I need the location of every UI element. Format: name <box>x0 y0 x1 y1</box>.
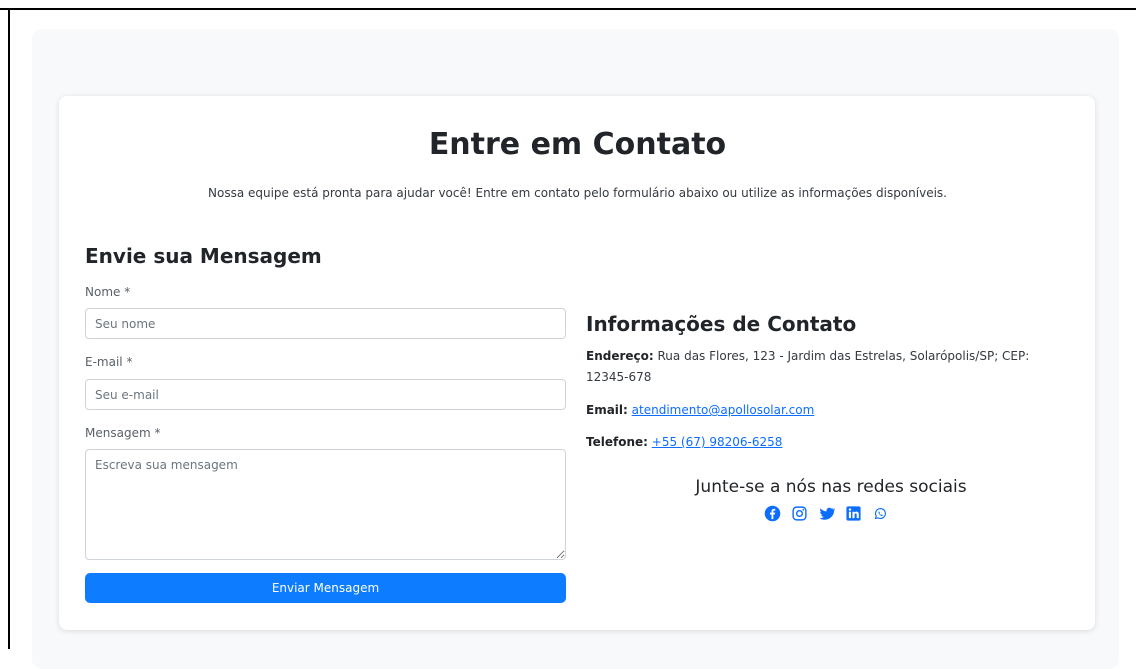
linkedin-icon[interactable] <box>845 505 862 522</box>
window-border-top <box>0 8 1136 10</box>
phone-line: Telefone: +55 (67) 98206-6258 <box>586 432 1066 453</box>
page-intro: Nossa equipe está pronta para ajudar voc… <box>208 186 947 200</box>
email-line: Email: atendimento@apollosolar.com <box>586 400 1066 421</box>
form-title: Envie sua Mensagem <box>85 244 322 268</box>
name-input[interactable] <box>85 308 566 339</box>
instagram-icon[interactable] <box>791 505 808 522</box>
message-label: Mensagem * <box>85 426 161 440</box>
twitter-icon[interactable] <box>818 505 835 522</box>
page-title: Entre em Contato <box>428 127 727 162</box>
send-message-button[interactable]: Enviar Mensagem <box>85 573 566 603</box>
address-label: Endereço: <box>586 349 654 363</box>
phone-link[interactable]: +55 (67) 98206-6258 <box>652 435 783 449</box>
social-icons <box>764 504 889 522</box>
window-border-left <box>8 8 10 649</box>
name-label: Nome * <box>85 285 131 299</box>
social-title: Junte-se a nós nas redes sociais <box>695 477 967 497</box>
facebook-icon[interactable] <box>764 505 781 522</box>
email-info-label: Email: <box>586 403 628 417</box>
email-label: E-mail * <box>85 355 133 369</box>
contact-info-title: Informações de Contato <box>586 312 857 336</box>
email-input[interactable] <box>85 379 566 410</box>
message-textarea[interactable] <box>85 449 566 560</box>
whatsapp-icon[interactable] <box>872 505 889 522</box>
address-line: Endereço: Rua das Flores, 123 - Jardim d… <box>586 346 1066 388</box>
phone-label: Telefone: <box>586 435 648 449</box>
email-link[interactable]: atendimento@apollosolar.com <box>632 403 815 417</box>
